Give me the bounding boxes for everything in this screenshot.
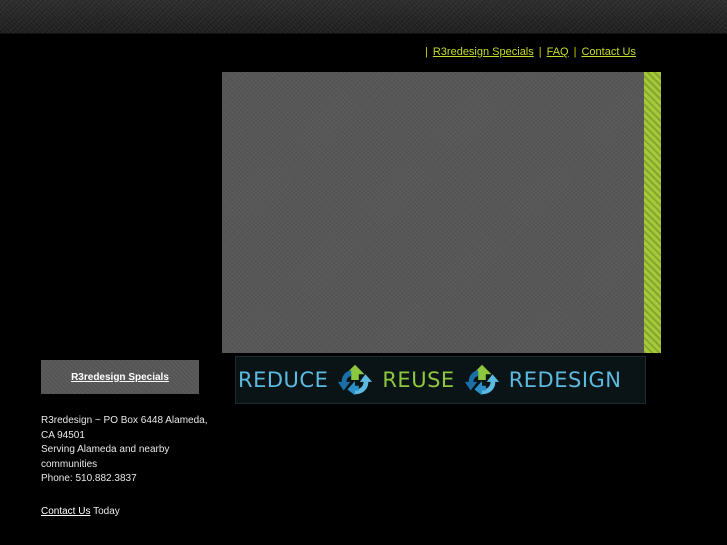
hero-image: [222, 72, 644, 353]
service-area-line: Serving Alameda and nearby communities: [41, 444, 170, 470]
nav-separator: |: [425, 46, 428, 58]
specials-button-label: R3redesign Specials: [71, 371, 169, 383]
top-nav: | R3redesign Specials | FAQ | Contact Us: [420, 46, 636, 58]
header-band: [0, 0, 727, 34]
nav-separator: |: [538, 46, 542, 58]
phone-line: Phone: 510.882.3837: [41, 473, 137, 484]
page: | R3redesign Specials | FAQ | Contact Us REDU…: [0, 0, 727, 545]
contact-cta: Contact Us Today: [41, 506, 120, 517]
reduce-reuse-redesign-banner: REDUCE REUSE REDESIGN: [235, 356, 646, 404]
contact-suffix: Today: [90, 506, 120, 517]
banner-word-reduce: REDUCE: [238, 368, 329, 392]
hero-accent-stripe: [644, 72, 661, 353]
banner-word-redesign: REDESIGN: [508, 368, 622, 392]
banner-word-reuse: REUSE: [382, 368, 455, 392]
contact-us-link[interactable]: Contact Us: [41, 506, 90, 517]
specials-button[interactable]: R3redesign Specials: [41, 360, 199, 394]
nav-link-contact[interactable]: Contact Us: [581, 46, 635, 58]
contact-info: R3redesign ~ PO Box 6448 Alameda, CA 945…: [41, 414, 216, 487]
nav-link-specials[interactable]: R3redesign Specials: [433, 46, 534, 58]
nav-separator: |: [573, 46, 577, 58]
recycle-icon: [464, 364, 499, 396]
address-line: R3redesign ~ PO Box 6448 Alameda, CA 945…: [41, 415, 208, 441]
nav-link-faq[interactable]: FAQ: [547, 46, 569, 58]
recycle-icon: [338, 364, 373, 396]
